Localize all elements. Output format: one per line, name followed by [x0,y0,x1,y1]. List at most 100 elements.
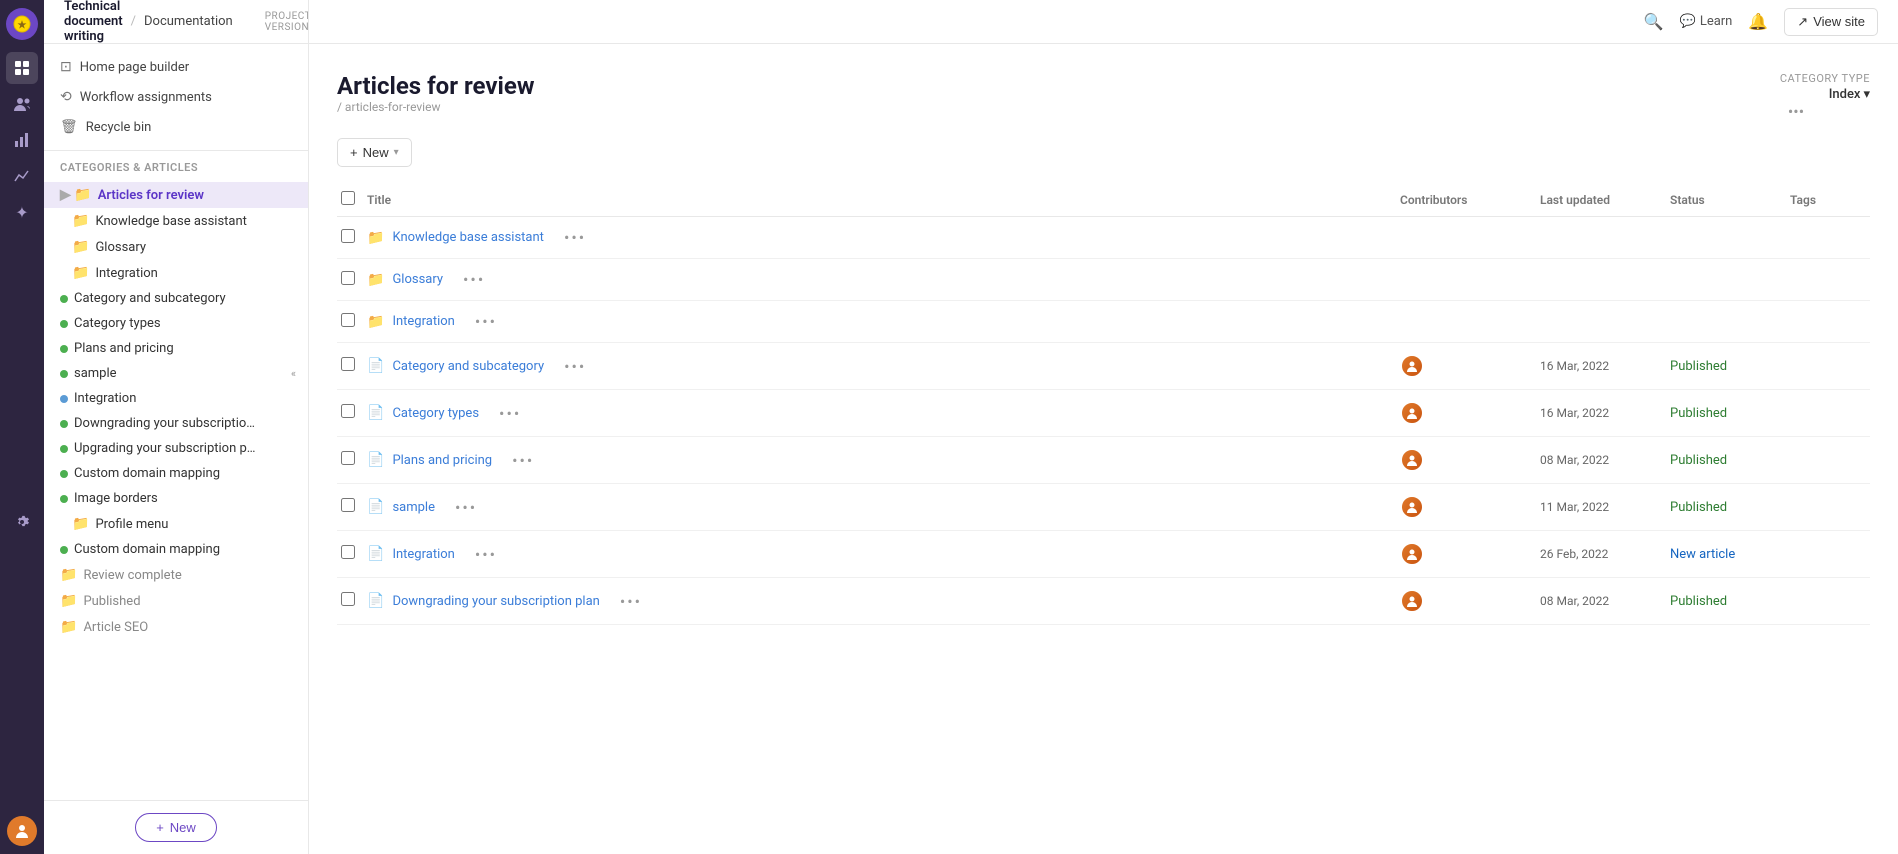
sidebar-item-downgrading[interactable]: Downgrading your subscriptio… [44,411,308,436]
article-title-link[interactable]: Downgrading your subscription plan [392,594,599,609]
tree-item-label-integration-folder: Integration [95,266,157,281]
topbar-actions: 🔍 💬 Learn 🔔 ↗ View site [1644,8,1878,36]
article-title-link[interactable]: sample [392,500,435,515]
select-all-checkbox[interactable] [341,191,355,205]
sidebar-item-glossary[interactable]: 📁 Glossary [44,234,308,260]
folder-icon: ▶ 📁 [60,187,92,203]
add-new-button[interactable]: + New ▾ [337,138,412,167]
contributor-avatars [1400,542,1528,566]
sidebar-item-custom-domain-2[interactable]: Custom domain mapping [44,537,308,562]
sidebar-item-custom-domain[interactable]: Custom domain mapping [44,461,308,486]
article-title-link[interactable]: Integration [392,547,454,562]
article-title-link[interactable]: Integration [392,314,454,329]
rail-icon-analytics[interactable] [6,160,38,192]
row-checkbox[interactable] [341,545,355,559]
article-title-link[interactable]: Plans and pricing [392,453,492,468]
rail-icon-settings[interactable] [6,506,38,538]
sidebar-item-image-borders[interactable]: Image borders [44,486,308,511]
status-dot [60,370,68,378]
table-row: 📄 Downgrading your subscription plan •••… [337,578,1870,625]
view-site-button[interactable]: ↗ View site [1784,8,1878,36]
row-checkbox[interactable] [341,404,355,418]
sidebar-item-sample[interactable]: sample « [44,361,308,386]
rail-icon-star[interactable]: ✦ [6,196,38,228]
sidebar-item-profile-menu[interactable]: 📁 Profile menu [44,511,308,537]
learn-button[interactable]: 💬 Learn [1680,14,1733,29]
article-title-link[interactable]: Category types [392,406,479,421]
action-bar: + New ▾ [337,138,1870,167]
project-name: Technical document writing [64,0,123,44]
row-checkbox[interactable] [341,313,355,327]
status-dot [60,320,68,328]
topbar-left: Technical document writing / Documentati… [64,0,309,44]
rail-icon-chart[interactable] [6,124,38,156]
tags-cell [1790,437,1870,484]
sidebar-item-articles-for-review[interactable]: ▶ 📁 Articles for review [44,182,308,208]
row-checkbox[interactable] [341,229,355,243]
status-badge: Published [1670,406,1727,421]
category-type-selector[interactable]: Index ▾ [1780,87,1870,102]
sidebar-item-review-complete[interactable]: 📁 Review complete [44,562,308,588]
row-menu-dots[interactable]: ••• [455,498,477,517]
row-checkbox[interactable] [341,357,355,371]
sidebar-item-integration-folder[interactable]: 📁 Integration [44,260,308,286]
home-page-builder-icon: ⊡ [60,59,72,75]
row-menu-dots[interactable]: ••• [475,545,497,564]
status-badge: Published [1670,594,1727,609]
article-title-link[interactable]: Glossary [392,272,443,287]
row-menu-dots[interactable]: ••• [564,357,586,376]
notification-button[interactable]: 🔔 [1748,12,1768,31]
row-checkbox[interactable] [341,498,355,512]
search-button[interactable]: 🔍 [1644,12,1664,31]
row-menu-dots[interactable]: ••• [564,228,586,247]
sidebar-item-label-recycle: Recycle bin [86,120,152,135]
sidebar-item-recycle[interactable]: 🗑 Recycle bin [44,112,308,142]
new-btn-plus: + [156,820,164,835]
contributor-avatars [1400,448,1528,472]
sidebar-item-plans-pricing[interactable]: Plans and pricing [44,336,308,361]
article-title-link[interactable]: Knowledge base assistant [392,230,544,245]
sidebar-item-home-page-builder[interactable]: ⊡ Home page builder [44,52,308,82]
sidebar-item-article-seo[interactable]: 📁 Article SEO [44,614,308,640]
category-type-label: CATEGORY TYPE [1780,72,1870,85]
last-updated-cell: 11 Mar, 2022 [1540,484,1670,531]
row-checkbox[interactable] [341,592,355,606]
view-site-label: View site [1813,14,1865,29]
sidebar-item-knowledge-base[interactable]: 📁 Knowledge base assistant [44,208,308,234]
category-type-section: CATEGORY TYPE Index ▾ ••• [1780,72,1870,121]
sidebar-footer: + New [44,800,308,854]
new-button[interactable]: + New [135,813,217,842]
user-avatar-rail[interactable] [7,816,37,846]
row-menu-dots[interactable]: ••• [512,451,534,470]
tree-item-label-upgrading: Upgrading your subscription p… [74,441,256,456]
title-cell: 📁 Knowledge base assistant ••• [367,228,1388,247]
row-checkbox[interactable] [341,271,355,285]
rail-icon-users[interactable] [6,88,38,120]
more-options-btn[interactable]: ••• [1788,102,1804,121]
sidebar-tree: ▶ 📁 Articles for review 📁 Knowledge base… [44,178,308,800]
sidebar-item-category-types[interactable]: Category types [44,311,308,336]
breadcrumb: / articles-for-review [337,100,534,114]
row-checkbox[interactable] [341,451,355,465]
title-cell: 📄 Downgrading your subscription plan ••• [367,592,1388,611]
article-title-link[interactable]: Category and subcategory [392,359,544,374]
collapse-sidebar-btn[interactable]: « [291,367,296,380]
status-cell: Published [1670,390,1790,437]
sidebar-item-upgrading[interactable]: Upgrading your subscription p… [44,436,308,461]
add-icon: + [350,145,358,160]
sidebar-item-integration-article[interactable]: Integration [44,386,308,411]
rail-icon-home[interactable] [6,52,38,84]
app-logo[interactable]: ★ [6,8,38,40]
main-content: 🔍 💬 Learn 🔔 ↗ View site Articles for rev… [309,0,1898,854]
row-menu-dots[interactable]: ••• [620,592,642,611]
tree-item-label-seo: Article SEO [83,620,148,635]
sidebar-item-workflow[interactable]: ⟲ Workflow assignments [44,82,308,112]
tree-item-label-glossary: Glossary [95,240,146,255]
tree-item-label-custom-domain-2: Custom domain mapping [74,542,220,557]
row-menu-dots[interactable]: ••• [463,270,485,289]
sidebar-item-category-subcategory[interactable]: Category and subcategory [44,286,308,311]
row-menu-dots[interactable]: ••• [475,312,497,331]
sidebar-item-published[interactable]: 📁 Published [44,588,308,614]
tree-item-label-profile: Profile menu [95,517,168,532]
row-menu-dots[interactable]: ••• [499,404,521,423]
